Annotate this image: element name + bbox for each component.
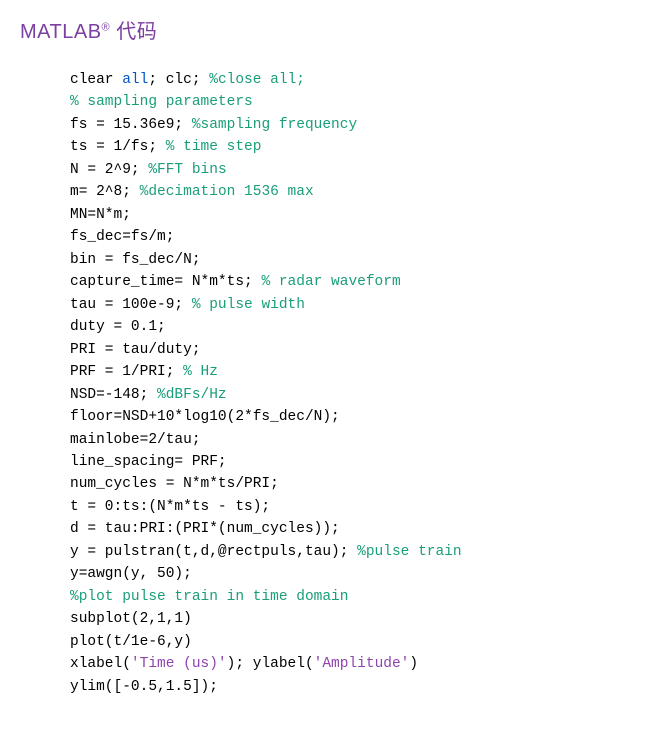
code-line: fs = 15.36e9; %sampling frequency [70, 117, 357, 133]
code-line: capture_time= N*m*ts; % radar waveform [70, 274, 401, 290]
code-line: MN=N*m; [70, 207, 131, 223]
code-line: xlabel('Time (us)'); ylabel('Amplitude') [70, 656, 418, 672]
matlab-code-block: clear all; clc; %close all; % sampling p… [70, 69, 628, 698]
code-line: fs_dec=fs/m; [70, 229, 174, 245]
code-line: d = tau:PRI:(PRI*(num_cycles)); [70, 521, 340, 537]
code-line: ylim([-0.5,1.5]); [70, 679, 218, 695]
code-line: y = pulstran(t,d,@rectpuls,tau); %pulse … [70, 544, 462, 560]
code-line: plot(t/1e-6,y) [70, 634, 192, 650]
code-line: N = 2^9; %FFT bins [70, 162, 227, 178]
section-heading: MATLAB® 代码 [20, 15, 628, 44]
code-line: bin = fs_dec/N; [70, 252, 201, 268]
code-line: % sampling parameters [70, 94, 253, 110]
code-line: t = 0:ts:(N*m*ts - ts); [70, 499, 270, 515]
code-line: mainlobe=2/tau; [70, 432, 201, 448]
code-line: duty = 0.1; [70, 319, 166, 335]
code-line: floor=NSD+10*log10(2*fs_dec/N); [70, 409, 340, 425]
heading-reg: ® [102, 21, 111, 33]
code-line: clear all; clc; %close all; [70, 72, 305, 88]
code-line: PRF = 1/PRI; % Hz [70, 364, 218, 380]
code-line: ts = 1/fs; % time step [70, 139, 261, 155]
code-line: %plot pulse train in time domain [70, 589, 348, 605]
code-line: m= 2^8; %decimation 1536 max [70, 184, 314, 200]
code-line: PRI = tau/duty; [70, 342, 201, 358]
code-line: y=awgn(y, 50); [70, 566, 192, 582]
heading-suffix: 代码 [110, 21, 157, 43]
code-line: NSD=-148; %dBFs/Hz [70, 387, 227, 403]
code-line: subplot(2,1,1) [70, 611, 192, 627]
heading-brand: MATLAB [20, 21, 102, 43]
code-line: tau = 100e-9; % pulse width [70, 297, 305, 313]
code-line: num_cycles = N*m*ts/PRI; [70, 476, 279, 492]
code-line: line_spacing= PRF; [70, 454, 227, 470]
